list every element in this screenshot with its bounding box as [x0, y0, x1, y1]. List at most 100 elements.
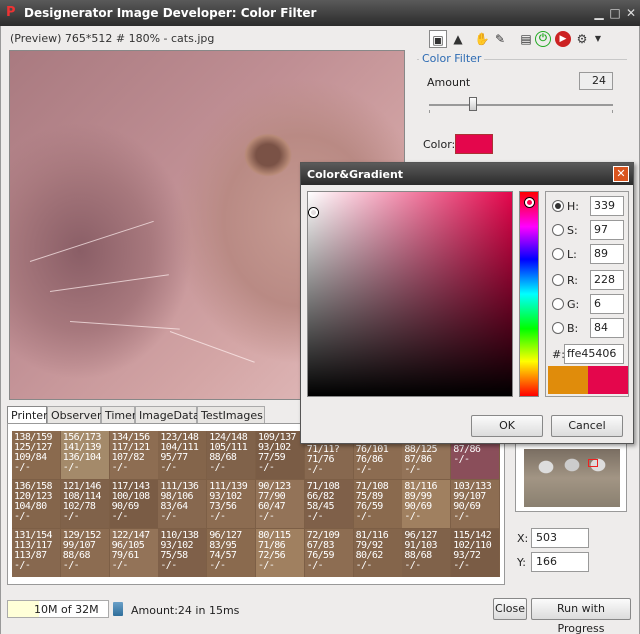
- pixel-cell: 71/11? 71/76 -/-: [304, 441, 353, 479]
- old-color-swatch: [548, 366, 588, 394]
- viewport-rect[interactable]: [588, 459, 598, 467]
- pixel-cell: 129/152 99/107 88/68 -/-: [60, 529, 109, 577]
- pixel-cell: 71/108 75/89 76/59 -/-: [353, 480, 402, 528]
- ok-button[interactable]: OK: [471, 415, 543, 437]
- pixel-cell: 115/142 102/110 93/72 -/-: [451, 529, 500, 577]
- field-s[interactable]: 97: [590, 220, 624, 240]
- field-l[interactable]: 89: [590, 244, 624, 264]
- pixel-cell: 88/125 87/86 -/-: [402, 441, 451, 479]
- whisker-line: [169, 331, 255, 363]
- tab-observer[interactable]: Observer: [47, 406, 101, 424]
- hex-field[interactable]: ffe45406: [564, 344, 624, 364]
- run-with-progress-button[interactable]: Run with Progress: [531, 598, 631, 634]
- y-field[interactable]: 166: [531, 552, 589, 572]
- amount-slider-thumb[interactable]: [469, 97, 478, 111]
- trash-icon[interactable]: [113, 602, 123, 616]
- eyedropper-icon[interactable]: ✎: [491, 30, 509, 48]
- color-swatch[interactable]: [455, 134, 493, 154]
- memory-text: 10M of 32M: [34, 603, 99, 616]
- image-icon[interactable]: ▣: [429, 30, 447, 48]
- pixel-cell: 111/139 93/102 73/56 -/-: [207, 480, 256, 528]
- radio-s[interactable]: [552, 224, 564, 236]
- pixel-cell: 131/154 113/117 113/87 -/-: [12, 529, 60, 577]
- x-field[interactable]: 503: [531, 528, 589, 548]
- dialog-close-icon[interactable]: ✕: [613, 166, 629, 182]
- hand-icon[interactable]: ✋: [473, 30, 491, 48]
- color-gradient-dialog: Color&Gradient ✕ H: 339 S: 97 L: 89 R: 2…: [300, 162, 634, 444]
- label-h: H:: [567, 200, 579, 213]
- cancel-button[interactable]: Cancel: [551, 415, 623, 437]
- record-icon[interactable]: ▶: [555, 31, 571, 47]
- dropdown-icon[interactable]: ▼: [589, 30, 607, 48]
- whisker-line: [69, 321, 180, 330]
- window-title: Designerator Image Developer: Color Filt…: [24, 6, 317, 20]
- tab-imagedata[interactable]: ImageData: [135, 406, 200, 424]
- hue-cursor[interactable]: [525, 198, 534, 207]
- close-icon[interactable]: ✕: [624, 6, 638, 20]
- close-button[interactable]: Close: [493, 598, 527, 620]
- tab-testimages[interactable]: TestImages: [197, 406, 265, 424]
- pixel-cell: 124/148 105/111 88/68 -/-: [207, 431, 256, 479]
- pixel-cell: 156/173 141/139 136/104 -/-: [60, 431, 109, 479]
- status-message: Amount:24 in 15ms: [131, 604, 240, 617]
- pixel-cell: 96/127 91/103 88/68 -/-: [402, 529, 451, 577]
- field-r[interactable]: 228: [590, 270, 624, 290]
- amount-slider-track[interactable]: [429, 104, 613, 106]
- pixel-cell: 81/116 89/99 90/69 -/-: [402, 480, 451, 528]
- thumbnail-image[interactable]: [524, 449, 620, 507]
- maximize-icon[interactable]: □: [608, 6, 622, 20]
- pixel-cell: 122/147 96/105 79/61 -/-: [109, 529, 158, 577]
- pixel-cell: 71/108 66/82 58/45 -/-: [304, 480, 353, 528]
- pixel-cell: 96/127 83/95 74/57 -/-: [207, 529, 256, 577]
- sv-cursor[interactable]: [309, 208, 318, 217]
- radio-r[interactable]: [552, 274, 564, 286]
- pixel-cell: 134/156 117/121 107/82 -/-: [109, 431, 158, 479]
- navigator-thumbnail[interactable]: [515, 442, 627, 512]
- color-filter-panel: Color Filter Amount 24 Color:: [411, 50, 633, 160]
- label-b: B:: [567, 322, 579, 335]
- minimize-icon[interactable]: ▁: [592, 6, 606, 20]
- tab-printer[interactable]: Printer: [7, 406, 48, 424]
- designerator-icon: P: [6, 5, 16, 20]
- pixel-cell: 136/158 120/123 104/80 -/-: [12, 480, 60, 528]
- saturation-value-field[interactable]: [307, 191, 513, 397]
- pixel-cell: 111/136 98/106 83/64 -/-: [158, 480, 207, 528]
- pixel-cell: 109/137 93/102 77/59 -/-: [256, 431, 304, 479]
- radio-g[interactable]: [552, 298, 564, 310]
- pixel-cell: 76/101 76/86 -/-: [353, 441, 402, 479]
- field-h[interactable]: 339: [590, 196, 624, 216]
- pixel-cell: 110/138 93/102 75/58 -/-: [158, 529, 207, 577]
- pixel-cell: 123/148 104/111 95/77 -/-: [158, 431, 207, 479]
- radio-h[interactable]: [552, 200, 564, 212]
- memory-bar: 10M of 32M: [7, 600, 109, 618]
- whisker-line: [29, 220, 154, 262]
- title-bar: P Designerator Image Developer: Color Fi…: [0, 0, 640, 26]
- amount-field[interactable]: 24: [579, 72, 613, 90]
- field-g[interactable]: 6: [590, 294, 624, 314]
- radio-l[interactable]: [552, 248, 564, 260]
- pixel-cell: 87/86 -/-: [451, 441, 500, 479]
- label-g: G:: [567, 298, 580, 311]
- label-r: R:: [567, 274, 579, 287]
- pixel-cell: 121/146 108/114 102/78 -/-: [60, 480, 109, 528]
- hue-bar[interactable]: [519, 191, 539, 397]
- color-controls: H: 339 S: 97 L: 89 R: 228 G: 6 B: 84 #: …: [545, 191, 629, 397]
- dialog-title: Color&Gradient: [307, 168, 404, 181]
- histogram-icon[interactable]: ▲: [449, 30, 467, 48]
- new-file-icon[interactable]: ▤: [517, 30, 535, 48]
- pixel-cell: 103/133 99/107 90/69 -/-: [451, 480, 500, 528]
- field-b[interactable]: 84: [590, 318, 624, 338]
- label-s: S:: [567, 224, 578, 237]
- pixel-value-grid: 138/159 125/127 109/84 -/- 156/173 141/13…: [12, 431, 500, 577]
- dialog-title-bar: Color&Gradient ✕: [301, 163, 633, 185]
- pixel-cell: 72/109 67/83 76/59 -/-: [304, 529, 353, 577]
- radio-b[interactable]: [552, 322, 564, 334]
- pixel-cell: 117/143 100/108 90/69 -/-: [109, 480, 158, 528]
- filter-title: Color Filter: [419, 52, 485, 65]
- amount-label: Amount: [427, 76, 471, 89]
- pixel-cell: 80/115 71/86 72/56 -/-: [256, 529, 304, 577]
- power-icon[interactable]: ⏻: [535, 31, 551, 47]
- hex-label: #:: [552, 348, 565, 361]
- new-color-swatch: [588, 366, 628, 394]
- tab-timer[interactable]: Timer: [101, 406, 136, 424]
